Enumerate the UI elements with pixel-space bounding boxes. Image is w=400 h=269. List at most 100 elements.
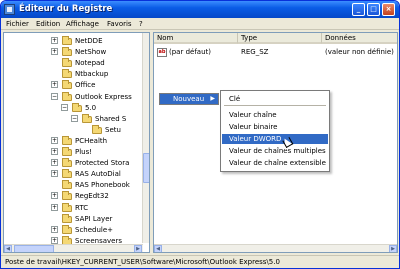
tree-vertical-scroll-thumb[interactable] (143, 153, 149, 183)
expand-icon[interactable]: + (51, 225, 58, 233)
tree-item-label: NetDDE (75, 37, 103, 45)
collapse-icon[interactable]: − (61, 103, 68, 111)
collapse-icon[interactable]: − (71, 114, 78, 122)
expand-icon[interactable]: + (51, 192, 58, 200)
folder-icon (72, 102, 82, 112)
tree-item[interactable]: Setu (4, 124, 142, 135)
menu-favoris[interactable]: Favoris (107, 20, 132, 28)
folder-icon (62, 169, 72, 179)
context-menu-item-label: Nouveau (173, 95, 205, 103)
submenu-item-valeur-binaire[interactable]: Valeur binaire (222, 122, 328, 132)
tree-item[interactable]: − Shared S (4, 113, 142, 124)
folder-icon (62, 180, 72, 190)
scroll-right-arrow-icon[interactable]: ▶ (134, 245, 142, 252)
folder-icon (62, 91, 72, 101)
expand-icon[interactable]: + (51, 236, 58, 244)
tree-item-label: SAPI Layer (75, 214, 113, 223)
column-header-type[interactable]: Type (238, 33, 322, 44)
tree-item[interactable]: + PCHealth (4, 135, 142, 146)
submenu-item-valeur-chaine-extensible[interactable]: Valeur de chaîne extensible (222, 158, 328, 168)
tree-item-label: Outlook Express (75, 92, 132, 101)
expand-icon[interactable]: + (51, 203, 58, 211)
scroll-left-arrow-icon[interactable]: ◀ (154, 245, 162, 252)
tree-item-label: Ntbackup (75, 70, 109, 79)
expand-icon[interactable]: + (51, 48, 58, 56)
tree-item-label: RAS AutoDial (75, 170, 121, 179)
folder-icon (62, 191, 72, 201)
regedit-window: Éditeur du Registre _ □ × Fichier Editio… (0, 0, 400, 269)
tree-item-label: Setu (105, 125, 121, 134)
expand-icon[interactable]: + (51, 159, 58, 167)
submenu-item-valeur-chaines-multiples[interactable]: Valeur de chaînes multiples (222, 146, 328, 156)
tree-vertical-scrollbar[interactable] (142, 33, 149, 243)
expand-icon[interactable]: + (51, 148, 58, 155)
folder-icon (92, 124, 102, 134)
menu-help[interactable]: ? (139, 20, 143, 28)
folder-icon (82, 113, 92, 123)
tree-item[interactable]: + RTC (4, 202, 142, 213)
value-name[interactable]: (par défaut) (169, 47, 211, 57)
menu-fichier[interactable]: Fichier (6, 20, 29, 28)
expand-icon[interactable]: + (51, 136, 58, 144)
submenu-arrow-icon: ▶ (210, 95, 215, 102)
tree-item[interactable]: + Protected Stora (4, 158, 142, 168)
tree-item[interactable]: Ntbackup (4, 69, 142, 79)
menu-affichage[interactable]: Affichage (66, 20, 99, 28)
tree-item[interactable]: − 5.0 (4, 102, 142, 113)
tree-item-label: Protected Stora (75, 159, 130, 168)
folder-icon (62, 147, 72, 156)
column-header-name[interactable]: Nom (154, 33, 238, 44)
tree-horizontal-scroll-thumb[interactable] (14, 245, 54, 252)
status-bar: Poste de travail\HKEY_CURRENT_USER\Softw… (1, 255, 399, 268)
folder-icon (62, 202, 72, 212)
tree-item-label: 5.0 (85, 103, 97, 112)
tree-item[interactable]: + Schedule+ (4, 224, 142, 235)
tree-item[interactable]: + NetShow (4, 47, 142, 57)
tree-item-label: NetShow (75, 48, 107, 57)
tree-item[interactable]: SAPI Layer (4, 213, 142, 224)
expand-icon[interactable]: + (51, 37, 58, 44)
tree-item-label: RAS Phonebook (75, 181, 130, 190)
folder-icon (62, 213, 72, 223)
scroll-right-arrow-icon[interactable]: ▶ (389, 245, 397, 252)
folder-icon (62, 224, 72, 234)
column-header-data[interactable]: Données (322, 33, 397, 44)
submenu-item-valeur-chaine[interactable]: Valeur chaîne (222, 110, 328, 120)
folder-icon (62, 80, 72, 90)
tree-item[interactable]: + RAS AutoDial (4, 169, 142, 179)
submenu-item-valeur-dword[interactable]: Valeur DWORD (222, 134, 328, 144)
scroll-left-arrow-icon[interactable]: ◀ (4, 245, 12, 252)
submenu-item-cle[interactable]: Clé (222, 94, 328, 104)
tree-item[interactable]: + RegEdt32 (4, 191, 142, 201)
folder-icon (62, 69, 72, 79)
value-data: (valeur non définie) (325, 48, 394, 56)
context-menu: Nouveau ▶ (159, 93, 219, 105)
collapse-icon[interactable]: − (51, 92, 58, 100)
minimize-button[interactable]: _ (352, 3, 365, 16)
tree-item-label: RegEdt32 (75, 192, 109, 201)
context-menu-item-nouveau[interactable]: Nouveau ▶ (160, 94, 218, 104)
tree-item[interactable]: + Plus! (4, 147, 142, 157)
tree-horizontal-scrollbar[interactable]: ◀ ▶ (4, 244, 143, 252)
title-bar[interactable]: Éditeur du Registre _ □ × (1, 1, 399, 18)
tree-item-label: PCHealth (75, 136, 108, 145)
menu-bar: Fichier Edition Affichage Favoris ? (1, 18, 399, 30)
expand-icon[interactable]: + (51, 81, 58, 89)
tree-item[interactable]: − Outlook Express (4, 91, 142, 102)
tree-item[interactable]: + Office (4, 80, 142, 90)
close-button[interactable]: × (382, 3, 395, 16)
maximize-button[interactable]: □ (367, 3, 380, 16)
tree-item-label: Schedule+ (75, 225, 114, 234)
tree-item-label: Office (75, 81, 96, 90)
expand-icon[interactable]: + (51, 170, 58, 178)
tree-item[interactable]: + NetDDE (4, 36, 142, 46)
tree-item-label: Plus! (75, 148, 93, 156)
window-title: Éditeur du Registre (19, 4, 113, 14)
tree-item[interactable]: Notepad (4, 58, 142, 68)
key-tree-pane[interactable]: + NetDDE + NetShow Notepad Ntbackup + Office − Ou… (3, 32, 150, 253)
folder-icon (62, 36, 72, 45)
tree-item[interactable]: RAS Phonebook (4, 180, 142, 190)
folder-icon (62, 47, 72, 57)
list-horizontal-scrollbar[interactable]: ◀ ▶ (154, 244, 397, 252)
menu-edition[interactable]: Edition (36, 20, 60, 28)
